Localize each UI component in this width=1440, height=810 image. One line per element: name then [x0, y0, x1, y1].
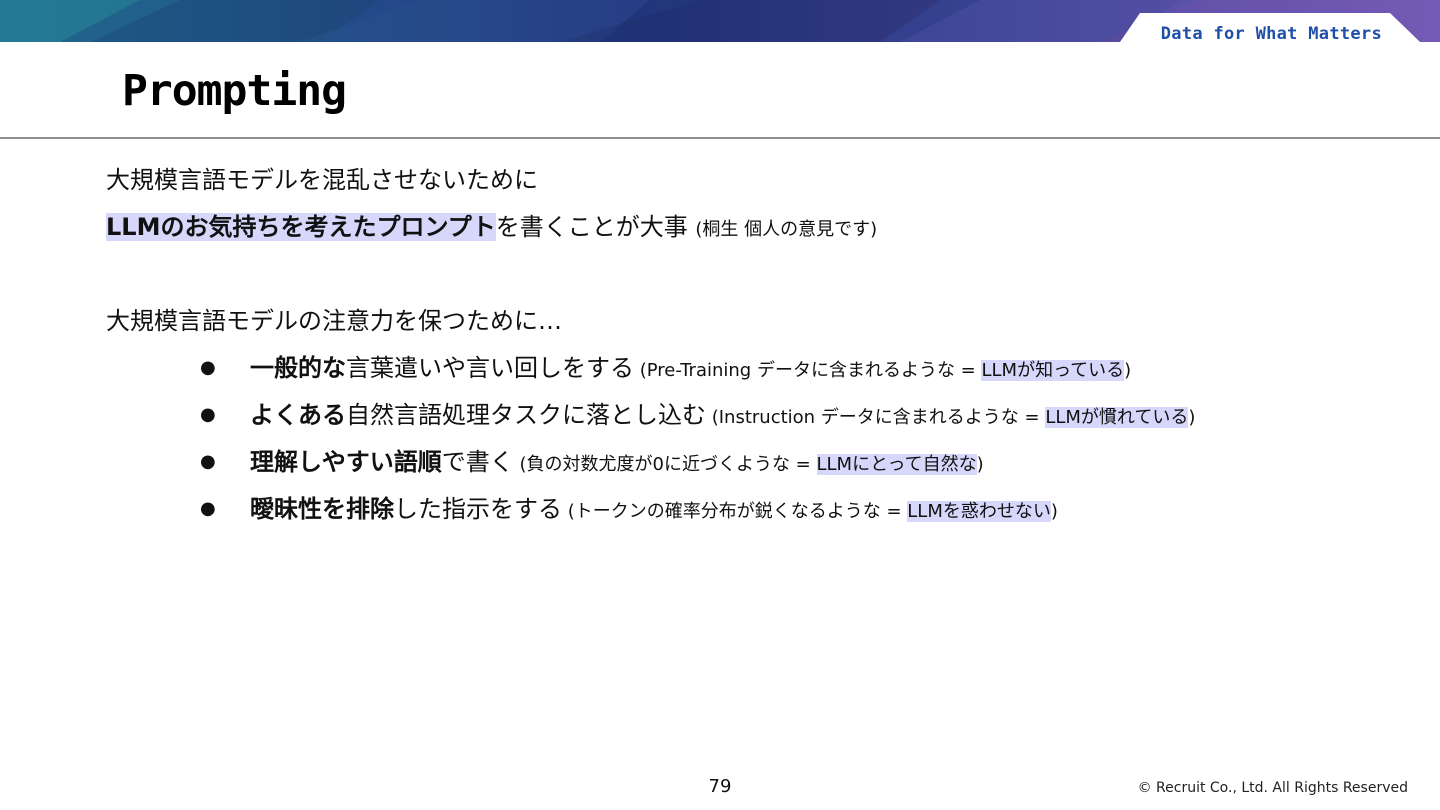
bullet-note-close: )	[1188, 407, 1196, 428]
key-message-highlight: LLMのお気持ちを考えたプロンプト	[106, 213, 496, 241]
bullet-text: 自然言語処理タスクに落とし込む	[346, 401, 706, 429]
personal-opinion-note: (桐生 個人の意見です)	[695, 219, 878, 240]
slide-title: Prompting	[122, 66, 347, 116]
copyright-notice: © Recruit Co., Ltd. All Rights Reserved	[1137, 780, 1408, 796]
bullet-highlight: LLMが慣れている	[1045, 407, 1189, 428]
key-message-line: LLMのお気持ちを考えたプロンプトを書くことが大事 (桐生 個人の意見です)	[106, 209, 1396, 245]
bullet-text: で書く	[441, 448, 514, 476]
bullet-note-close: )	[1124, 360, 1132, 381]
attention-line: 大規模言語モデルの注意力を保つために…	[106, 307, 562, 335]
bullet-highlight: LLMにとって自然な	[816, 454, 977, 475]
bullet-note: (Instruction データに含まれるような =	[706, 407, 1046, 428]
bullet-bold: 曖昧性を排除	[250, 495, 394, 523]
slide: Data for What Matters Prompting 大規模言語モデル…	[0, 0, 1440, 810]
bullet-dot-icon: ●	[200, 451, 216, 472]
bullet-dot-icon: ●	[200, 498, 216, 519]
list-item: ● 曖昧性を排除した指示をする (トークンの確率分布が鋭くなるような = LLMを…	[106, 491, 1396, 527]
bullet-note-close: )	[1050, 501, 1058, 522]
slide-content: 大規模言語モデルを混乱させないために LLMのお気持ちを考えたプロンプトを書くこ…	[106, 162, 1396, 538]
intro-line: 大規模言語モデルを混乱させないために	[106, 166, 538, 194]
bullet-bold: 一般的な	[250, 354, 346, 382]
list-item: ● 一般的な言葉遣いや言い回しをする (Pre-Training データに含まれる…	[106, 350, 1396, 386]
tips-list: ● 一般的な言葉遣いや言い回しをする (Pre-Training データに含まれる…	[106, 350, 1396, 527]
bullet-text: した指示をする	[394, 495, 562, 523]
title-divider	[0, 137, 1440, 139]
bullet-highlight: LLMが知っている	[981, 360, 1125, 381]
bullet-bold: 理解しやすい語順	[250, 448, 442, 476]
list-item: ● よくある自然言語処理タスクに落とし込む (Instruction データに含ま…	[106, 397, 1396, 433]
bullet-dot-icon: ●	[200, 357, 216, 378]
bullet-note-close: )	[976, 454, 984, 475]
bullet-note: (負の対数尤度が0に近づくような =	[513, 454, 817, 475]
bullet-text: 言葉遣いや言い回しをする	[346, 354, 634, 382]
brand-tagline: Data for What Matters	[1160, 24, 1382, 44]
list-item: ● 理解しやすい語順で書く (負の対数尤度が0に近づくような = LLMにとって自…	[106, 444, 1396, 480]
bullet-dot-icon: ●	[200, 404, 216, 425]
key-message-text: を書くことが大事	[495, 213, 688, 241]
bullet-highlight: LLMを惑わせない	[907, 501, 1051, 522]
bullet-note: (トークンの確率分布が鋭くなるような =	[562, 501, 908, 522]
bullet-bold: よくある	[250, 401, 346, 429]
bullet-note: (Pre-Training データに含まれるような =	[634, 360, 982, 381]
